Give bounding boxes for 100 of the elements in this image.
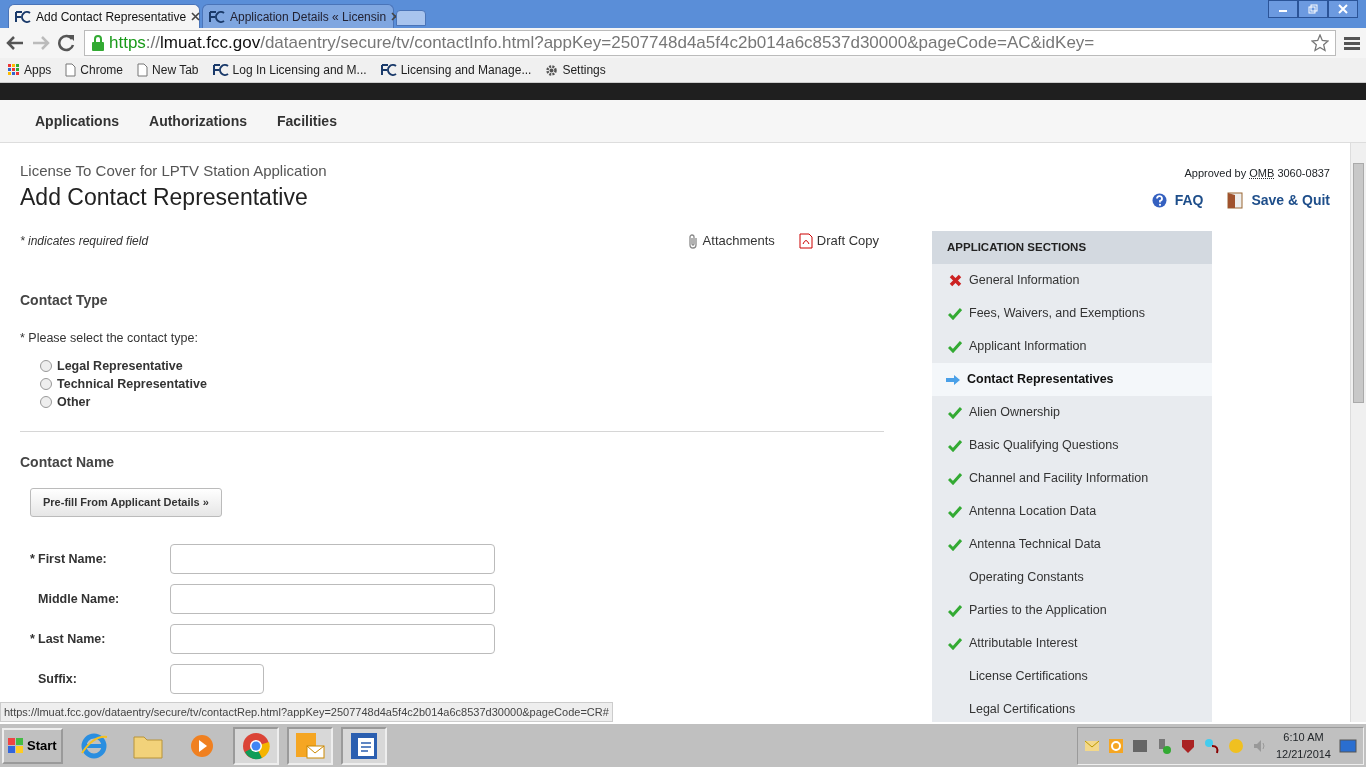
checkmark-icon (948, 439, 962, 452)
section-link[interactable]: Attributable Interest (932, 627, 1212, 660)
field-label: Middle Name: (38, 590, 120, 608)
section-link[interactable]: Applicant Information (932, 330, 1212, 363)
minimize-button[interactable] (1268, 0, 1298, 18)
clock-time: 6:10 AM (1282, 730, 1325, 745)
prefill-button[interactable]: Pre-fill From Applicant Details » (30, 488, 222, 517)
back-arrow-icon[interactable] (6, 35, 24, 51)
ring-icon[interactable] (1107, 737, 1124, 754)
scrollbar[interactable] (1350, 143, 1366, 722)
padlock-icon (91, 35, 105, 51)
logo-icon (380, 64, 397, 76)
section-link[interactable]: General Information (932, 264, 1212, 297)
page-icon (65, 63, 77, 77)
network-icon[interactable] (1203, 737, 1220, 754)
checkmark-icon (948, 472, 962, 485)
page-title: Add Contact Representative (20, 183, 309, 211)
checkmark-icon (948, 604, 962, 617)
address-bar[interactable]: https://lmuat.fcc.gov/dataentry/secure/tv/contactInfo.html?appKey=2507748d4a5f4c2b014a6c8537d30000&pageCode=AC&idKey= (84, 30, 1336, 56)
section-link[interactable]: Contact Representatives (932, 363, 1212, 396)
mail-clock-icon (294, 731, 325, 760)
taskbar-app[interactable] (340, 726, 387, 765)
text-input[interactable] (170, 664, 264, 694)
faq-link[interactable]: FAQ (1151, 189, 1204, 211)
section-link[interactable]: Operating Constants (932, 561, 1212, 594)
start-button[interactable]: Start (2, 727, 63, 764)
text-input[interactable] (170, 624, 495, 654)
chrome-icon (241, 731, 270, 760)
text-input[interactable] (170, 584, 495, 614)
forward-arrow-icon[interactable] (32, 35, 50, 51)
restore-button[interactable] (1298, 0, 1328, 18)
door-icon (1227, 191, 1244, 209)
status-url: https://lmuat.fcc.gov/dataentry/secure/tv/contactRep.html?appKey=2507748d4a5f4c2b014a6c8537d30000&pageCode=CR# (0, 701, 613, 722)
required-note: * indicates required field (20, 233, 149, 250)
section-link[interactable]: Alien Ownership (932, 396, 1212, 429)
clock-date: 12/21/2014 (1275, 746, 1331, 762)
checkmark-icon (948, 637, 962, 650)
checkmark-icon (948, 505, 962, 518)
logo-icon (209, 10, 225, 23)
play-icon (188, 732, 215, 759)
radio-option[interactable]: Legal Representative (40, 357, 884, 375)
field-label: Last Name: (38, 630, 106, 648)
section-link[interactable]: Antenna Technical Data (932, 528, 1212, 561)
contact-type-prompt: * Please select the contact type: (20, 330, 199, 347)
taskbar-app[interactable] (232, 726, 279, 765)
attachments-link[interactable]: Attachments (686, 231, 775, 251)
close-button[interactable] (1328, 0, 1358, 18)
nav-link[interactable]: Applications (35, 110, 119, 132)
section-link[interactable]: Parties to the Application (932, 594, 1212, 627)
section-link[interactable]: Channel and Facility Information (932, 462, 1212, 495)
checkmark-icon (948, 406, 962, 419)
bookmark-link[interactable]: Apps (8, 61, 52, 79)
logo-icon (212, 64, 229, 76)
checkmark-icon (948, 307, 962, 320)
draft-copy-link[interactable]: Draft Copy (798, 231, 879, 251)
bookmark-link[interactable]: New Tab (137, 61, 199, 79)
section-link[interactable]: Basic Qualifying Questions (932, 429, 1212, 462)
desktop-icon[interactable] (1339, 738, 1357, 753)
section-link[interactable]: Antenna Location Data (932, 495, 1212, 528)
nav-link[interactable]: Facilities (277, 110, 337, 132)
browser-tab[interactable]: Application Details « Licensin (202, 4, 394, 28)
radio-option[interactable]: Technical Representative (40, 375, 884, 393)
text-input[interactable] (170, 544, 495, 574)
cross-icon (948, 274, 962, 287)
logo-icon (15, 10, 31, 23)
page-icon (137, 63, 149, 77)
close-icon[interactable] (191, 12, 201, 21)
help-icon (1151, 192, 1167, 208)
arrow-icon (945, 373, 961, 386)
section-heading: Contact Name (20, 453, 116, 471)
panel-heading: APPLICATION SECTIONS (932, 231, 1212, 264)
bookmark-link[interactable]: Settings (545, 61, 606, 79)
required-marker: * (30, 550, 34, 568)
required-marker: * (30, 630, 34, 648)
windows-logo-icon (8, 737, 24, 754)
radio-option[interactable]: Other (40, 393, 884, 411)
taskbar-app[interactable] (286, 726, 333, 765)
field-label: First Name: (38, 550, 107, 568)
section-link[interactable]: Fees, Waivers, and Exemptions (932, 297, 1212, 330)
paperclip-icon (686, 233, 699, 249)
vm-icon[interactable] (1131, 737, 1148, 754)
nav-link[interactable]: Authorizations (149, 110, 247, 132)
bookmark-link[interactable]: Chrome (65, 61, 124, 79)
restore-icon (1308, 4, 1318, 14)
menu-icon[interactable] (1344, 36, 1360, 50)
checkmark-icon (948, 538, 962, 551)
gear-icon (545, 63, 559, 77)
star-icon[interactable] (1311, 34, 1329, 52)
browser-tab[interactable]: Add Contact Representative (8, 4, 200, 28)
bookmark-link[interactable]: Licensing and Manage... (380, 61, 532, 79)
section-link[interactable]: Legal Certifications (932, 693, 1212, 722)
reload-icon[interactable] (58, 34, 76, 52)
pdf-icon (798, 233, 813, 249)
save-quit-link[interactable]: Save & Quit (1227, 189, 1330, 211)
new-tab-button[interactable] (396, 10, 426, 26)
shield-icon[interactable] (1179, 737, 1196, 754)
document-icon (349, 731, 378, 760)
grid-icon (8, 64, 20, 76)
section-link[interactable]: License Certifications (932, 660, 1212, 693)
bookmark-link[interactable]: Log In Licensing and M... (212, 61, 367, 79)
